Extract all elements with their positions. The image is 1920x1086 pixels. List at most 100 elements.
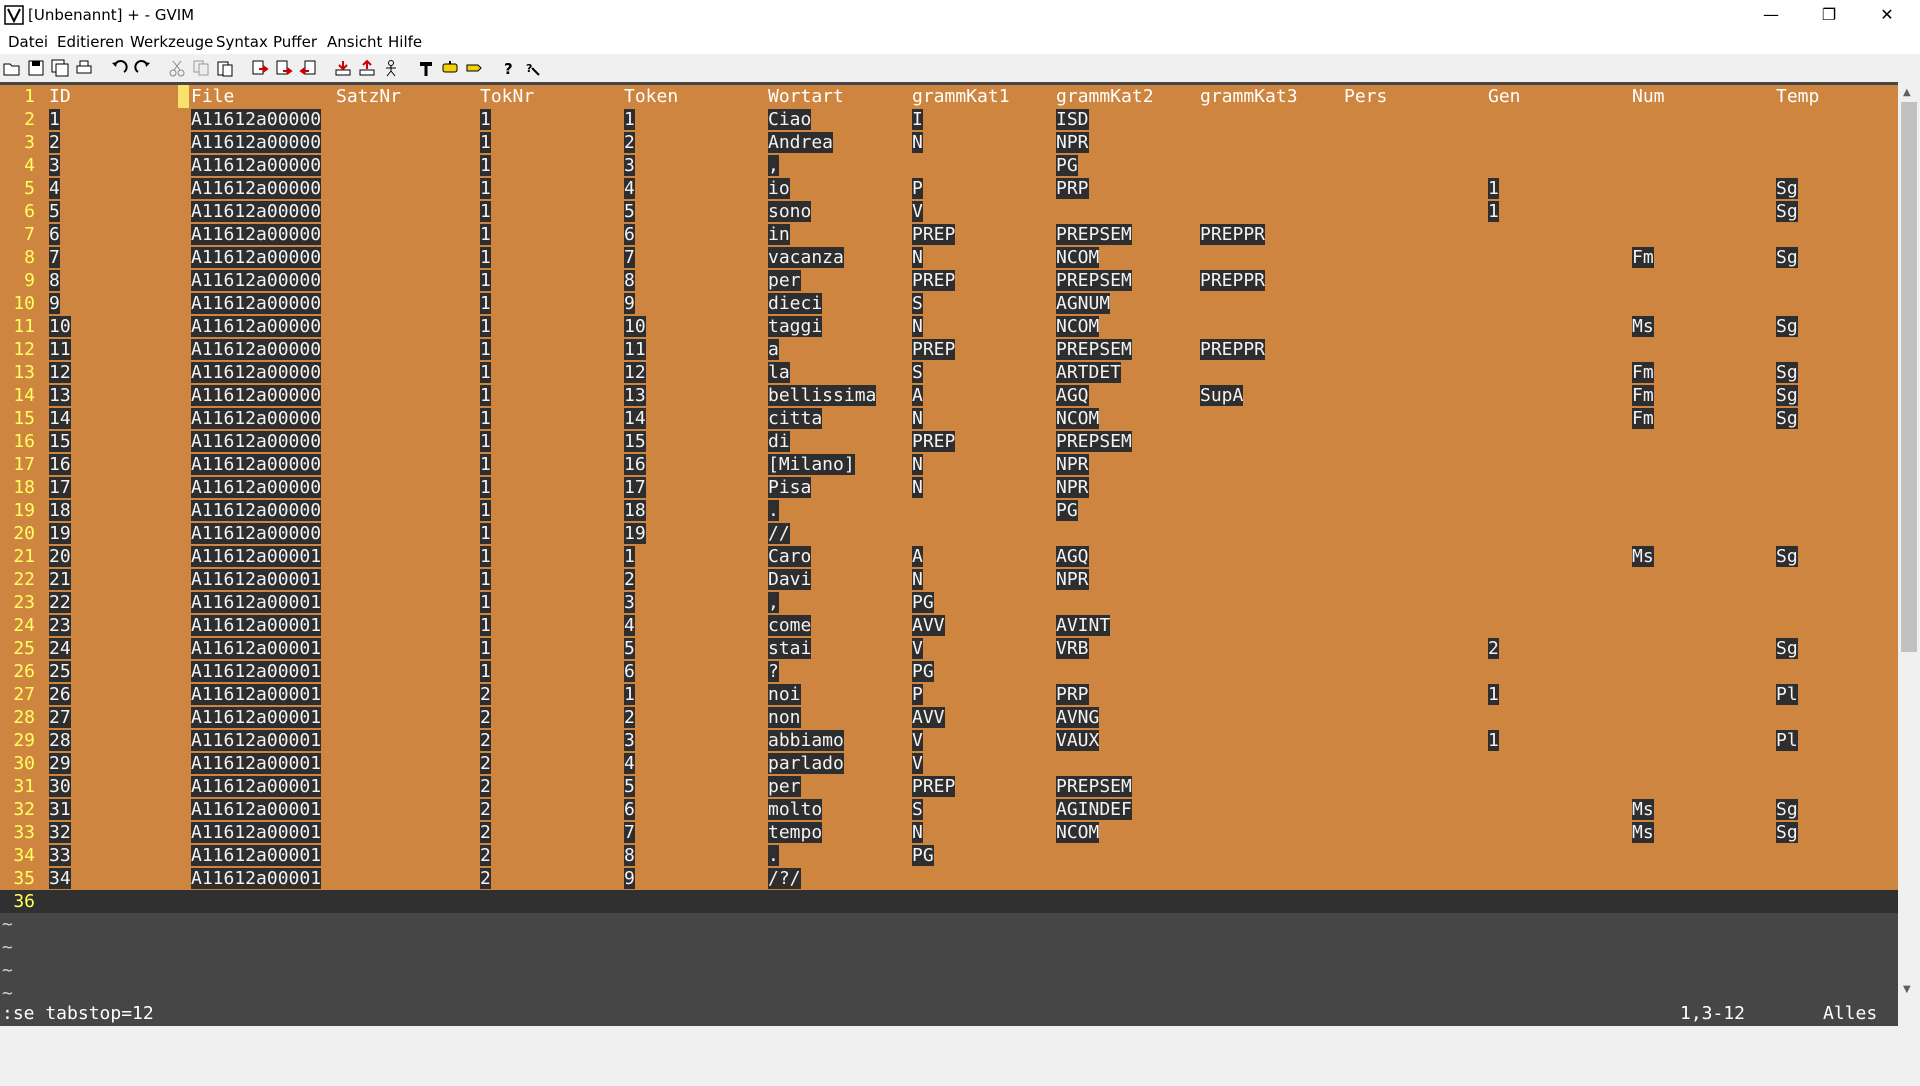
undo-icon[interactable] bbox=[110, 59, 128, 77]
table-row[interactable]: 13 12 A11612a00000 1 12 la S ARTDET Fm Sg bbox=[0, 361, 1898, 384]
cell-id: 9 bbox=[49, 293, 60, 314]
run-script-icon[interactable] bbox=[382, 59, 400, 77]
cell-token: 14 bbox=[624, 408, 646, 429]
table-row[interactable]: 29 28 A11612a00001 2 3 abbiamo V VAUX 1 Pl bbox=[0, 729, 1898, 752]
table-row[interactable]: 19 18 A11612a00000 1 18. PG bbox=[0, 499, 1898, 522]
cell-grammkat2: AGQ bbox=[1056, 546, 1089, 567]
table-row[interactable]: 3 2 A11612a00000 1 2 Andrea N NPR bbox=[0, 131, 1898, 154]
table-row[interactable]: 14 13 A11612a00000 1 13 bellissima A AGQ SupA Fm S… bbox=[0, 384, 1898, 407]
table-row[interactable]: 8 7 A11612a00000 1 7 vacanza N NCOM Fm Sg bbox=[0, 246, 1898, 269]
save-session-icon[interactable] bbox=[358, 59, 376, 77]
table-row[interactable]: 33 32 A11612a00001 2 7 tempo N NCOM Ms Sg bbox=[0, 821, 1898, 844]
cell-id: 12 bbox=[49, 362, 71, 383]
cell-wortart: stai bbox=[768, 638, 812, 659]
table-row[interactable]: 22 21 A11612a00001 1 2 Davi N NPR bbox=[0, 568, 1898, 591]
paste-icon[interactable] bbox=[216, 59, 234, 77]
save-icon[interactable] bbox=[27, 59, 45, 77]
cell-id: 6 bbox=[49, 224, 60, 245]
help-icon[interactable]: ? bbox=[500, 59, 518, 77]
cell-token: 7 bbox=[624, 822, 635, 843]
cell-file: A11612a00000 bbox=[191, 224, 322, 245]
menu-hilfe[interactable]: Hilfe bbox=[388, 33, 422, 51]
cut-icon[interactable] bbox=[168, 59, 186, 77]
cell-grammkat1: I bbox=[912, 109, 923, 130]
cell-gen: Gen bbox=[1488, 86, 1521, 107]
table-row[interactable]: 24 23 A11612a00001 1 4 come AVV AVINT bbox=[0, 614, 1898, 637]
editor-buffer[interactable]: 1 ID File SatzNr TokNr Token Wortart grammKat1 g… bbox=[0, 82, 1898, 1004]
menu-editieren[interactable]: Editieren bbox=[57, 33, 124, 51]
table-row[interactable]: 6 5 A11612a00000 1 5 sono V 1 Sg bbox=[0, 200, 1898, 223]
gvim-icon bbox=[4, 5, 24, 25]
table-row[interactable]: 20 19 A11612a00000 1 19 // bbox=[0, 522, 1898, 545]
table-row[interactable]: 10 9 A11612a00000 1 9 dieci S AGNUM bbox=[0, 292, 1898, 315]
line-number: 33 bbox=[13, 822, 35, 843]
cell-gen: 1 bbox=[1488, 178, 1499, 199]
table-row[interactable]: 25 24 A11612a00001 1 5 stai V VRB 2 Sg bbox=[0, 637, 1898, 660]
find-next-icon[interactable] bbox=[275, 59, 293, 77]
menu-datei[interactable]: Datei bbox=[8, 33, 48, 51]
menu-werkzeuge[interactable]: Werkzeuge bbox=[130, 33, 213, 51]
table-row[interactable]: 31 30 A11612a00001 2 5 per PREP PREPSEM bbox=[0, 775, 1898, 798]
save-all-icon[interactable] bbox=[51, 59, 69, 77]
cell-grammkat2: ARTDET bbox=[1056, 362, 1122, 383]
table-row[interactable]: 5 4 A11612a00000 1 4 io P PRP 1 Sg bbox=[0, 177, 1898, 200]
vertical-scrollbar[interactable]: ▲ ▼ bbox=[1898, 82, 1920, 1002]
cell-id: 14 bbox=[49, 408, 71, 429]
close-button[interactable]: ✕ bbox=[1864, 0, 1910, 30]
copy-icon[interactable] bbox=[192, 59, 210, 77]
find-help-icon[interactable]: ? bbox=[524, 59, 542, 77]
table-row[interactable]: 4 3 A11612a00000 1 3, PG bbox=[0, 154, 1898, 177]
table-row[interactable]: 2 1 A11612a00000 1 1 Ciao I ISD bbox=[0, 108, 1898, 131]
cell-id: ID bbox=[49, 86, 71, 107]
replace-icon[interactable] bbox=[251, 59, 269, 77]
table-row[interactable]: 21 20 A11612a00001 1 1 Caro A AGQ Ms Sg bbox=[0, 545, 1898, 568]
table-row[interactable]: 35 34 A11612a00001 2 9 /?/ bbox=[0, 867, 1898, 890]
load-session-icon[interactable] bbox=[334, 59, 352, 77]
table-row[interactable]: 34 33 A11612a00001 2 8. PG bbox=[0, 844, 1898, 867]
table-row[interactable]: 17 16 A11612a00000 1 16 [Milano] N NPR bbox=[0, 453, 1898, 476]
table-row[interactable]: 7 6 A11612a00000 1 6 in PREP PREPSEM PREPPR bbox=[0, 223, 1898, 246]
scrollbar-thumb[interactable] bbox=[1901, 102, 1917, 652]
cell-token: 1 bbox=[624, 109, 635, 130]
cell-token: 4 bbox=[624, 615, 635, 636]
cell-grammkat1: AVV bbox=[912, 615, 945, 636]
cell-toknr: 2 bbox=[480, 822, 491, 843]
redo-icon[interactable] bbox=[134, 59, 152, 77]
table-row[interactable]: 18 17 A11612a00000 1 17 Pisa N NPR bbox=[0, 476, 1898, 499]
table-row[interactable]: 9 8 A11612a00000 1 8 per PREP PREPSEM PREPPR bbox=[0, 269, 1898, 292]
table-row[interactable]: 11 10 A11612a00000 1 10 taggi N NCOM Ms Sg bbox=[0, 315, 1898, 338]
menu-ansicht[interactable]: Ansicht bbox=[327, 33, 382, 51]
cell-id: 27 bbox=[49, 707, 71, 728]
table-row[interactable]: 12 11 A11612a00000 1 11 a PREP PREPSEM PREPPR bbox=[0, 338, 1898, 361]
cell-num: Fm bbox=[1632, 247, 1654, 268]
find-prev-icon[interactable] bbox=[299, 59, 317, 77]
cell-toknr: 1 bbox=[480, 247, 491, 268]
table-row[interactable]: 16 15 A11612a00000 1 15 di PREP PREPSEM bbox=[0, 430, 1898, 453]
table-row[interactable]: 15 14 A11612a00000 1 14 citta N NCOM Fm Sg bbox=[0, 407, 1898, 430]
command-line[interactable]: :se tabstop=12 1,3-12 Alles bbox=[0, 1002, 1898, 1026]
cell-id: 11 bbox=[49, 339, 71, 360]
tag-jump-icon[interactable] bbox=[465, 59, 483, 77]
table-row[interactable]: 30 29 A11612a00001 2 4 parlado V bbox=[0, 752, 1898, 775]
open-icon[interactable] bbox=[3, 59, 21, 77]
table-row[interactable]: 28 27 A11612a00001 2 2 non AVV AVNG bbox=[0, 706, 1898, 729]
run-ctags-icon[interactable] bbox=[441, 59, 459, 77]
print-icon[interactable] bbox=[75, 59, 93, 77]
scroll-up-icon[interactable]: ▲ bbox=[1903, 87, 1911, 98]
maximize-button[interactable]: ❐ bbox=[1806, 0, 1852, 30]
current-line[interactable]: 36 bbox=[0, 890, 1898, 913]
menu-puffer[interactable]: Puffer bbox=[273, 33, 317, 51]
scroll-down-icon[interactable]: ▼ bbox=[1903, 984, 1911, 995]
table-row[interactable]: 27 26 A11612a00001 2 1 noi P PRP 1 Pl bbox=[0, 683, 1898, 706]
cell-token: 6 bbox=[624, 661, 635, 682]
minimize-button[interactable]: — bbox=[1748, 0, 1794, 30]
cell-grammkat1: PREP bbox=[912, 776, 956, 797]
menu-syntax[interactable]: Syntax bbox=[216, 33, 268, 51]
table-row[interactable]: 32 31 A11612a00001 2 6 molto S AGINDEF Ms Sg bbox=[0, 798, 1898, 821]
table-row[interactable]: 26 25 A11612a00001 1 6? PG bbox=[0, 660, 1898, 683]
cell-grammkat2: PG bbox=[1056, 155, 1078, 176]
make-icon[interactable] bbox=[417, 59, 435, 77]
header-row[interactable]: 1 ID File SatzNr TokNr Token Wortart grammKat1 g… bbox=[0, 85, 1898, 108]
table-row[interactable]: 23 22 A11612a00001 1 3, PG bbox=[0, 591, 1898, 614]
line-number: 27 bbox=[13, 684, 35, 705]
